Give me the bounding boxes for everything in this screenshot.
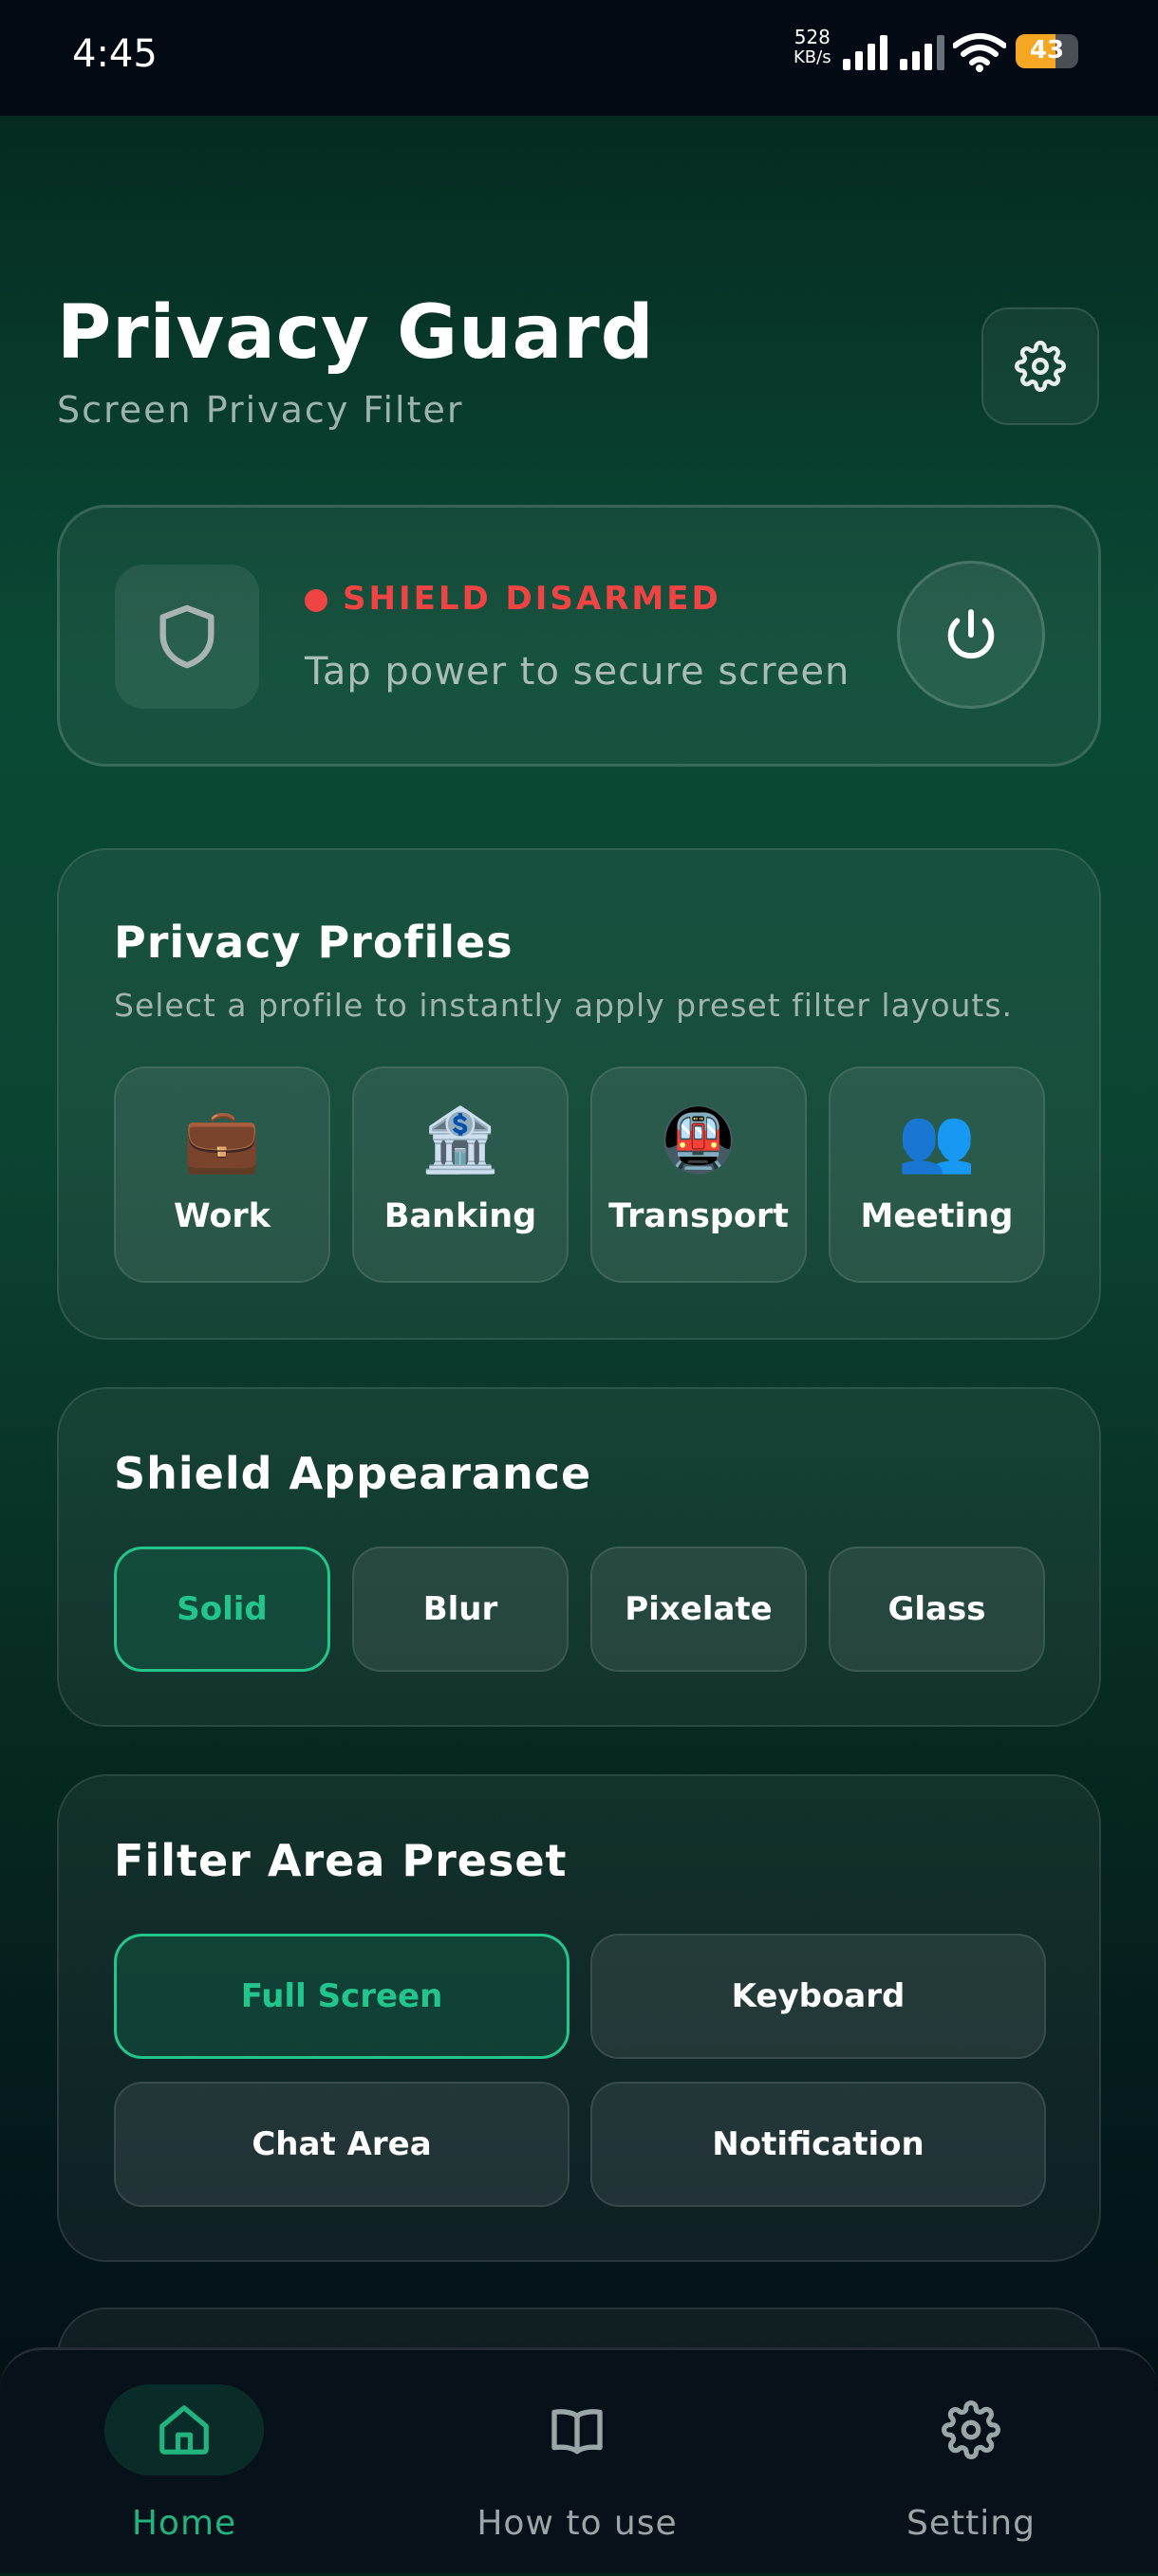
appearance-option-blur[interactable]: Blur <box>352 1547 569 1672</box>
network-speed-unit: KB/s <box>794 47 831 67</box>
appearance-option-glass[interactable]: Glass <box>829 1547 1045 1672</box>
profiles-description: Select a profile to instantly apply pres… <box>114 987 1014 1024</box>
area-option-keyboard[interactable]: Keyboard <box>590 1934 1046 2059</box>
home-icon <box>159 2405 209 2455</box>
appearance-option-solid[interactable]: Solid <box>114 1547 330 1672</box>
shield-status-hint: Tap power to secure screen <box>305 650 850 694</box>
page-subtitle: Screen Privacy Filter <box>57 389 464 431</box>
nav-how-to-use-label: How to use <box>476 2504 678 2543</box>
cell-signal-icon <box>843 35 887 70</box>
privacy-profiles-card: Privacy Profiles Select a profile to ins… <box>57 848 1101 1340</box>
bank-icon: 🏦 <box>420 1103 500 1177</box>
appearance-title: Shield Appearance <box>114 1448 592 1499</box>
area-option-chat-area[interactable]: Chat Area <box>114 2082 570 2207</box>
network-speed: 528 KB/s <box>794 27 831 68</box>
power-icon <box>947 609 995 659</box>
metro-icon: 🚇 <box>659 1103 738 1177</box>
shield-icon-box <box>115 565 259 709</box>
filter-area-title: Filter Area Preset <box>114 1835 568 1886</box>
filter-area-card: Filter Area Preset Full Screen Keyboard … <box>57 1774 1101 2262</box>
nav-home[interactable]: Home <box>42 2350 327 2576</box>
nav-setting-label: Setting <box>906 2504 1036 2543</box>
nav-how-to-use[interactable]: How to use <box>435 2350 719 2576</box>
profile-label: Meeting <box>860 1197 1014 1235</box>
gear-icon <box>942 2400 1000 2459</box>
shield-appearance-card: Shield Appearance Solid Blur Pixelate Gl… <box>57 1387 1101 1727</box>
bottom-navigation: Home How to use Setting <box>0 2347 1158 2573</box>
battery-level: 43 <box>1029 36 1065 65</box>
book-icon <box>551 2409 603 2455</box>
shield-status-label: SHIELD DISARMED <box>343 580 721 618</box>
battery-indicator: 43 <box>1016 34 1078 68</box>
status-dot <box>305 589 327 612</box>
profile-banking[interactable]: 🏦 Banking <box>352 1066 569 1283</box>
network-speed-value: 528 <box>794 26 831 48</box>
area-option-full-screen[interactable]: Full Screen <box>114 1934 570 2059</box>
shield-icon <box>159 604 215 669</box>
profile-meeting[interactable]: 👥 Meeting <box>829 1066 1045 1283</box>
nav-setting[interactable]: Setting <box>829 2350 1113 2576</box>
nav-setting-icon-wrap <box>891 2384 1051 2475</box>
profile-label: Transport <box>608 1197 789 1235</box>
status-bar: 4:45 528 KB/s 43 <box>0 0 1158 116</box>
briefcase-icon: 💼 <box>182 1103 262 1177</box>
nav-how-to-use-icon-wrap <box>497 2384 657 2475</box>
nav-home-icon-wrap <box>104 2384 264 2475</box>
profile-transport[interactable]: 🚇 Transport <box>590 1066 807 1283</box>
shield-status-card: SHIELD DISARMED Tap power to secure scre… <box>57 505 1101 767</box>
gear-icon <box>1015 341 1066 392</box>
power-button[interactable] <box>897 561 1045 709</box>
settings-button[interactable] <box>981 307 1099 425</box>
area-option-notification[interactable]: Notification <box>590 2082 1046 2207</box>
nav-home-label: Home <box>131 2504 237 2543</box>
profile-label: Work <box>174 1197 271 1235</box>
page-title: Privacy Guard <box>57 290 655 376</box>
people-icon: 👥 <box>897 1103 977 1177</box>
status-time: 4:45 <box>72 32 158 76</box>
profile-label: Banking <box>383 1197 537 1235</box>
appearance-option-pixelate[interactable]: Pixelate <box>590 1547 807 1672</box>
wifi-icon <box>953 33 1006 72</box>
profile-work[interactable]: 💼 Work <box>114 1066 330 1283</box>
profiles-title: Privacy Profiles <box>114 917 514 968</box>
cell-signal-icon-2 <box>900 35 944 70</box>
